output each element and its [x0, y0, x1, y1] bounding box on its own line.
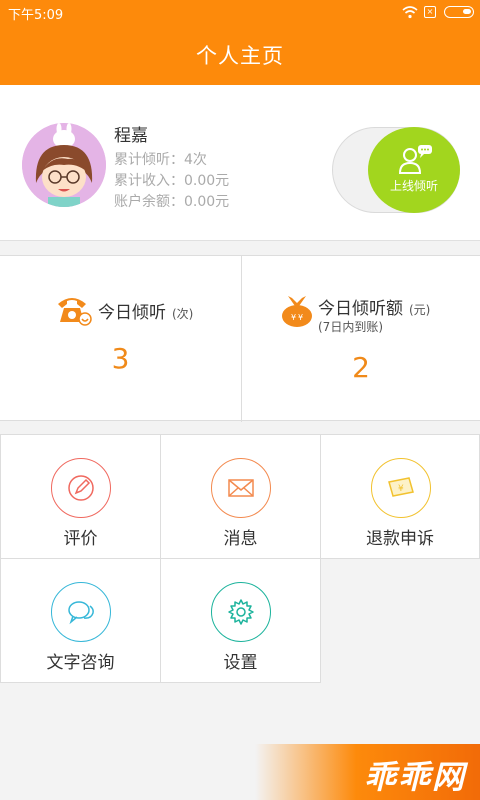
menu-item-text-consult[interactable]: 文字咨询: [0, 558, 161, 683]
menu-grid: 评价 消息 ¥ 退款申诉 文字咨询 设置: [0, 434, 480, 684]
today-listen-title: 今日倾听 (次): [98, 298, 193, 323]
today-amount-value: 2: [352, 351, 370, 384]
online-listen-label: 上线倾听: [389, 179, 438, 193]
menu-item-refund-appeal[interactable]: ¥ 退款申诉: [320, 434, 480, 559]
phone-icon: [58, 298, 92, 326]
envelope-icon: [228, 479, 254, 497]
reviews-icon-circle: [51, 458, 111, 518]
wifi-icon: [402, 6, 418, 19]
today-stats: 今日倾听 (次) 3 ¥ ¥ 今日倾听额 (元) (7日内到账) 2: [0, 255, 480, 422]
avatar[interactable]: [22, 123, 106, 207]
menu-label-messages: 消息: [223, 529, 258, 549]
menu-label-settings: 设置: [223, 653, 258, 673]
today-amount-unit: (元): [409, 303, 431, 317]
menu-label-text-consult: 文字咨询: [46, 653, 115, 673]
money-bag-icon: ¥ ¥: [282, 296, 312, 327]
app-header: 下午5:09 × 个人主页: [0, 0, 480, 85]
pencil-icon: [68, 475, 94, 501]
menu-item-reviews[interactable]: 评价: [0, 434, 161, 559]
menu-label-reviews: 评价: [63, 529, 98, 549]
menu-item-messages[interactable]: 消息: [160, 434, 321, 559]
today-listen-unit: (次): [172, 307, 194, 321]
today-listen-title-text: 今日倾听: [98, 303, 166, 323]
today-listen-box: 今日倾听 (次) 3: [0, 256, 241, 422]
svg-text:¥: ¥: [398, 484, 404, 494]
menu-label-refund-appeal: 退款申诉: [366, 529, 434, 549]
watermark: 乖乖网: [255, 744, 480, 800]
gear-icon: [228, 599, 254, 625]
today-amount-title: 今日倾听额 (元): [318, 294, 430, 319]
today-amount-note: (7日内到账): [318, 320, 383, 334]
user-name: 程嘉: [114, 126, 148, 146]
avatar-illustration: [22, 123, 106, 207]
sim-icon: ×: [424, 6, 436, 18]
profile-card: 程嘉 累计倾听：4次 累计收入：0.00元 账户余额：0.00元 上线倾听: [0, 85, 480, 241]
account-balance: 账户余额：0.00元: [114, 194, 230, 210]
today-amount-box: ¥ ¥ 今日倾听额 (元) (7日内到账) 2: [242, 256, 480, 422]
status-bar: 下午5:09 ×: [0, 0, 480, 24]
today-listen-value: 3: [111, 342, 130, 375]
watermark-text: 乖乖网: [363, 758, 466, 796]
refund-icon-circle: ¥: [371, 458, 431, 518]
status-time: 下午5:09: [8, 8, 64, 23]
online-listen-toggle-knob[interactable]: 上线倾听: [368, 127, 460, 213]
money-note-icon: ¥: [388, 477, 414, 497]
chat-bubbles-icon: [68, 601, 94, 625]
battery-icon: [444, 6, 474, 18]
page-title: 个人主页: [196, 44, 284, 68]
svg-text:¥: ¥: [298, 313, 303, 322]
settings-icon-circle: [211, 582, 271, 642]
menu-item-settings[interactable]: 设置: [160, 558, 321, 683]
total-listens: 累计倾听：4次: [114, 152, 207, 168]
svg-text:¥: ¥: [291, 313, 296, 322]
messages-icon-circle: [211, 458, 271, 518]
text-consult-icon-circle: [51, 582, 111, 642]
today-amount-title-text: 今日倾听额: [318, 299, 403, 319]
total-income: 累计收入：0.00元: [114, 173, 230, 189]
headset-person-icon: [398, 145, 432, 174]
